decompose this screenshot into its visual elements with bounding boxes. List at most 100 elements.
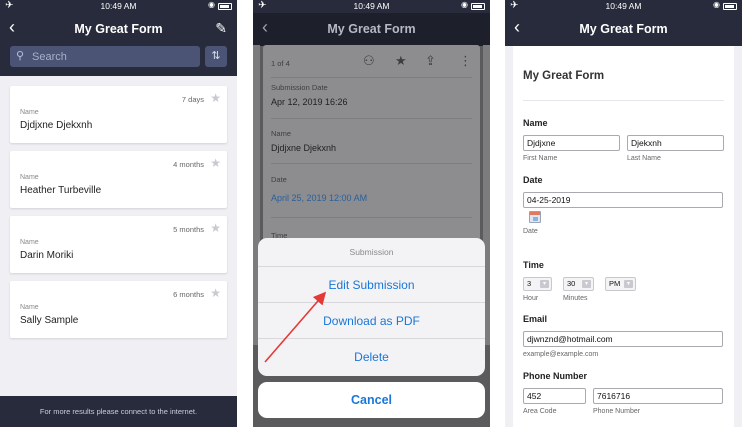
date-sublabel: Date [523, 228, 538, 235]
field-label: Submission Date [271, 83, 328, 92]
pencil-icon[interactable]: ✎ [215, 20, 227, 37]
divider [271, 77, 472, 78]
phone-number-input[interactable]: 7616716 [593, 388, 723, 404]
field-value: Djdjxne Djekxnh [20, 120, 93, 131]
star-icon[interactable]: ★ [210, 91, 221, 105]
submission-age: 5 months [173, 225, 204, 234]
minute-select[interactable]: 30 ▾ [563, 277, 594, 291]
page-title: My Great Form [579, 22, 668, 36]
last-name-input[interactable]: Djekxnh [627, 135, 724, 151]
submission-age: 7 days [181, 95, 204, 104]
divider [271, 163, 472, 164]
submissions-list-screen: ✈ 10:49 AM ◉ ‹ My Great Form ✎ ⚲ ⇅ 7 day… [0, 0, 237, 427]
divider [523, 100, 724, 101]
star-icon[interactable]: ★ [395, 53, 407, 69]
field-value: Apr 12, 2019 16:26 [271, 97, 348, 107]
field-value: April 25, 2019 12:00 AM [271, 193, 368, 203]
cancel-button[interactable]: Cancel [258, 382, 485, 418]
submission-card[interactable]: 5 months ★ Name Darin Moriki [10, 216, 227, 273]
submission-age: 6 months [173, 290, 204, 299]
hour-sublabel: Hour [523, 295, 539, 302]
battery-icon [723, 3, 737, 10]
form-title: My Great Form [523, 70, 605, 82]
submission-age: 4 months [173, 160, 204, 169]
page-title: My Great Form [74, 22, 163, 36]
location-icon: ◉ [713, 0, 720, 9]
share-icon[interactable]: ⇪ [425, 53, 436, 69]
submission-action-screen: ✈ 10:49 AM ◉ ‹ My Great Form 1 of 4 ⚇ ★ … [253, 0, 490, 427]
location-icon: ◉ [461, 0, 468, 9]
battery-icon [218, 3, 232, 10]
name-label: Name [523, 118, 548, 128]
phone-label: Phone Number [523, 371, 588, 381]
divider [271, 118, 472, 119]
star-icon[interactable]: ★ [210, 286, 221, 300]
phone-number-sublabel: Phone Number [593, 408, 641, 415]
search-row: ⚲ ⇅ [0, 46, 237, 76]
search-input[interactable] [32, 49, 192, 64]
email-sublabel: example@example.com [523, 351, 599, 358]
hour-value: 3 [527, 279, 532, 288]
submission-counter: 1 of 4 [271, 59, 290, 68]
field-label: Name [271, 129, 292, 138]
status-time: 10:49 AM [353, 1, 390, 11]
delete-button[interactable]: Delete [258, 339, 485, 375]
field-value: Djdjxne Djekxnh [271, 143, 337, 153]
date-label: Date [523, 175, 543, 185]
page-title: My Great Form [327, 22, 416, 36]
status-time: 10:49 AM [100, 1, 137, 11]
date-input[interactable]: 04-25-2019 [523, 192, 723, 208]
minute-value: 30 [567, 279, 576, 288]
submission-detail-card: 1 of 4 ⚇ ★ ⇪ ⋮ Submission Date Apr 12, 2… [263, 45, 480, 255]
download-pdf-button[interactable]: Download as PDF [258, 303, 485, 339]
field-label: Name [20, 304, 39, 311]
calendar-icon[interactable] [529, 211, 541, 223]
chevron-down-icon: ▾ [582, 280, 591, 288]
battery-icon [471, 3, 485, 10]
sort-button[interactable]: ⇅ [205, 46, 227, 67]
submission-card[interactable]: 7 days ★ Name Djdjxne Djekxnh [10, 86, 227, 143]
field-label: Name [20, 174, 39, 181]
field-value: Sally Sample [20, 315, 79, 326]
assign-user-icon[interactable]: ⚇ [363, 53, 375, 69]
field-label: Date [271, 175, 287, 184]
action-sheet: Submission Edit Submission Download as P… [258, 238, 485, 376]
edit-submission-button[interactable]: Edit Submission [258, 267, 485, 303]
ampm-select[interactable]: PM ▾ [605, 277, 636, 291]
first-name-sublabel: First Name [523, 155, 558, 162]
more-icon[interactable]: ⋮ [459, 53, 472, 69]
minute-sublabel: Minutes [563, 295, 588, 302]
navigation-bar: ‹ My Great Form [505, 13, 742, 46]
form-body: My Great Form Name Djdjxne First Name Dj… [513, 46, 734, 427]
star-icon[interactable]: ★ [210, 221, 221, 235]
ampm-value: PM [609, 279, 621, 288]
email-input[interactable]: djwnznd@hotmail.com [523, 331, 723, 347]
status-bar: ✈ 10:49 AM ◉ [253, 0, 490, 13]
field-label: Name [20, 239, 39, 246]
field-label: Name [20, 109, 39, 116]
edit-form-screen: ✈ 10:49 AM ◉ ‹ My Great Form My Great Fo… [505, 0, 742, 427]
status-time: 10:49 AM [605, 1, 642, 11]
submission-card[interactable]: 6 months ★ Name Sally Sample [10, 281, 227, 338]
search-icon: ⚲ [16, 50, 25, 62]
submission-card[interactable]: 4 months ★ Name Heather Turbeville [10, 151, 227, 208]
search-box[interactable]: ⚲ [10, 46, 200, 67]
email-label: Email [523, 314, 548, 324]
location-icon: ◉ [208, 0, 215, 9]
star-icon[interactable]: ★ [210, 156, 221, 170]
offline-footer: For more results please connect to the i… [0, 396, 237, 427]
status-bar: ✈ 10:49 AM ◉ [0, 0, 237, 13]
status-bar: ✈ 10:49 AM ◉ [505, 0, 742, 13]
first-name-input[interactable]: Djdjxne [523, 135, 620, 151]
action-sheet-title: Submission [258, 238, 485, 267]
field-value: Heather Turbeville [20, 185, 102, 196]
last-name-sublabel: Last Name [627, 155, 661, 162]
area-code-input[interactable]: 452 [523, 388, 586, 404]
navigation-bar: ‹ My Great Form ✎ [0, 13, 237, 46]
hour-select[interactable]: 3 ▾ [523, 277, 552, 291]
sort-icon: ⇅ [211, 50, 221, 62]
chevron-down-icon: ▾ [540, 280, 549, 288]
navigation-bar: ‹ My Great Form [253, 13, 490, 46]
field-value: Darin Moriki [20, 250, 74, 261]
divider [271, 217, 472, 218]
